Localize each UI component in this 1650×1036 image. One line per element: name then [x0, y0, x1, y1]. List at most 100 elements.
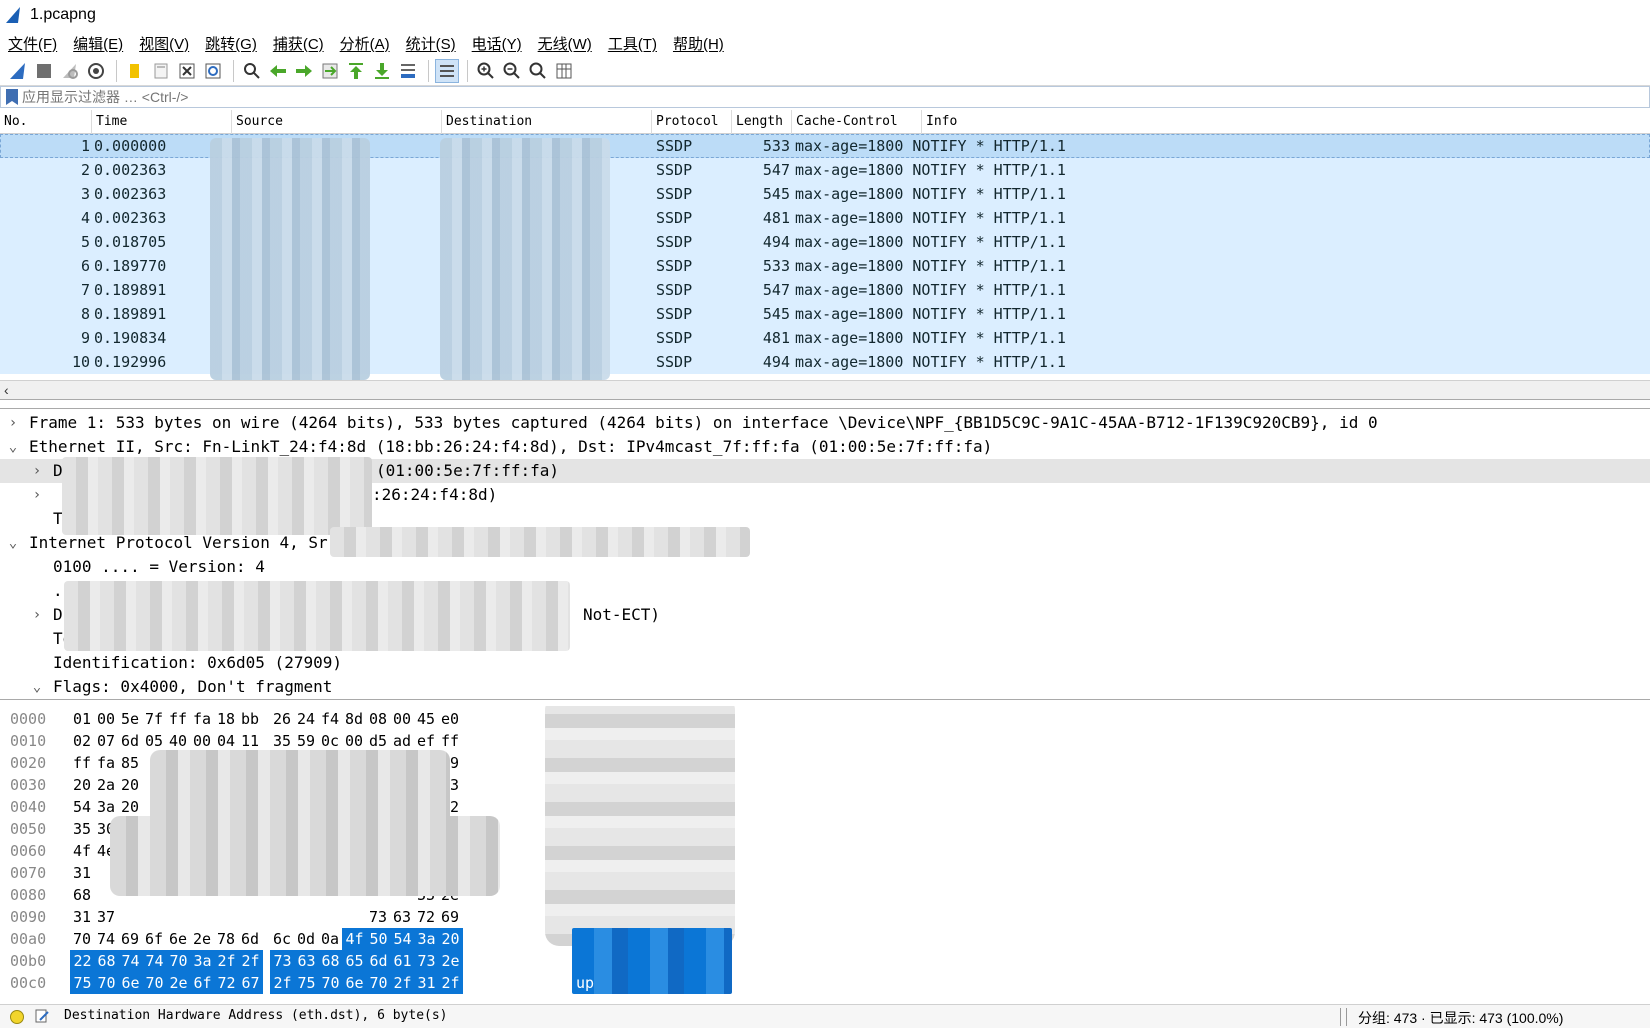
hex-byte[interactable]: 31 [70, 862, 94, 884]
menu-tools[interactable]: 工具(T) [608, 33, 657, 54]
resize-columns-icon[interactable] [552, 59, 576, 83]
hex-byte[interactable]: 70 [94, 972, 119, 994]
collapse-icon[interactable]: ⌄ [30, 675, 44, 699]
collapse-icon[interactable]: ⌄ [6, 531, 20, 555]
go-to-packet-icon[interactable] [318, 59, 342, 83]
column-header-info[interactable]: Info [922, 110, 1650, 134]
hex-byte[interactable]: 02 [70, 730, 94, 752]
menu-capture[interactable]: 捕获(C) [273, 33, 324, 54]
hex-byte[interactable]: ff [70, 752, 94, 774]
hex-byte[interactable]: 70 [70, 928, 94, 950]
menu-wireless[interactable]: 无线(W) [538, 33, 592, 54]
hex-byte[interactable]: 3a [94, 796, 118, 818]
hex-byte[interactable]: 78 [214, 928, 238, 950]
hex-byte[interactable]: 6e [166, 928, 190, 950]
hex-byte[interactable]: 2e [190, 928, 214, 950]
column-header-time[interactable]: Time [92, 110, 232, 134]
hex-byte[interactable]: 72 [414, 906, 438, 928]
hex-byte[interactable]: 70 [142, 972, 167, 994]
hex-byte[interactable]: 68 [70, 884, 94, 906]
hex-byte[interactable]: 54 [70, 796, 94, 818]
hex-byte[interactable]: 00 [390, 708, 414, 730]
hex-byte[interactable]: 37 [94, 906, 118, 928]
menu-file[interactable]: 文件(F) [8, 33, 57, 54]
hex-byte[interactable]: f4 [318, 708, 342, 730]
hex-byte[interactable]: 00 [94, 708, 118, 730]
hex-byte[interactable]: 68 [318, 950, 343, 972]
hex-byte[interactable]: 2f [438, 972, 463, 994]
normal-size-icon[interactable] [526, 59, 550, 83]
zoom-out-icon[interactable] [500, 59, 524, 83]
hex-byte[interactable]: 2f [238, 950, 263, 972]
expand-icon[interactable]: › [6, 411, 20, 435]
tree-row-ip-flags[interactable]: ⌄ Flags: 0x4000, Don't fragment [0, 675, 1650, 699]
save-file-icon[interactable] [149, 59, 173, 83]
hex-byte[interactable]: 72 [214, 972, 239, 994]
packet-list-horizontal-scrollbar[interactable]: ‹ [0, 380, 1650, 399]
hex-byte[interactable]: d5 [366, 730, 390, 752]
autoscroll-icon[interactable] [396, 59, 420, 83]
hex-byte[interactable]: e0 [438, 708, 462, 730]
hex-byte[interactable]: 6f [190, 972, 215, 994]
column-header-source[interactable]: Source [232, 110, 442, 134]
hex-byte[interactable]: 20 [70, 774, 94, 796]
hex-byte[interactable]: 8d [342, 708, 366, 730]
hex-byte[interactable]: 6d [238, 928, 262, 950]
hex-byte[interactable]: 73 [270, 950, 295, 972]
hex-byte[interactable]: ff [438, 730, 462, 752]
tree-row-ip-version[interactable]: 0100 .... = Version: 4 [0, 555, 1650, 579]
hex-byte[interactable]: 0a [318, 928, 342, 950]
hex-byte[interactable]: ad [390, 730, 414, 752]
hex-byte[interactable]: 73 [366, 906, 390, 928]
hex-byte[interactable]: 63 [294, 950, 319, 972]
hex-byte[interactable]: 05 [142, 730, 166, 752]
expand-icon[interactable]: › [30, 603, 44, 627]
go-back-icon[interactable] [266, 59, 290, 83]
zoom-in-icon[interactable] [474, 59, 498, 83]
hex-byte[interactable]: 2a [94, 774, 118, 796]
hex-byte[interactable]: 2e [438, 950, 463, 972]
display-filter-input[interactable] [22, 89, 1649, 105]
menu-telephony[interactable]: 电话(Y) [472, 33, 522, 54]
hex-byte[interactable]: 75 [294, 972, 319, 994]
hex-byte[interactable]: 2f [214, 950, 239, 972]
hex-byte[interactable]: 01 [70, 708, 94, 730]
hex-byte[interactable]: 5e [118, 708, 142, 730]
hex-byte[interactable]: fa [190, 708, 214, 730]
stop-capture-icon[interactable] [32, 59, 56, 83]
hex-byte[interactable]: fa [94, 752, 118, 774]
hex-byte[interactable]: 4f [70, 840, 94, 862]
hex-byte[interactable]: 73 [414, 950, 439, 972]
hex-byte[interactable]: 59 [294, 730, 318, 752]
close-file-icon[interactable] [175, 59, 199, 83]
hex-byte[interactable]: 70 [166, 950, 191, 972]
restart-capture-icon[interactable] [58, 59, 82, 83]
hex-byte[interactable]: 3a [414, 928, 439, 950]
filter-bookmark-icon[interactable] [6, 89, 18, 105]
column-header-cache-control[interactable]: Cache-Control [792, 110, 922, 134]
hex-byte[interactable]: 6f [142, 928, 166, 950]
hex-byte[interactable]: 85 [118, 752, 142, 774]
tree-row-ip-identification[interactable]: Identification: 0x6d05 (27909) [0, 651, 1650, 675]
hex-byte[interactable]: 54 [390, 928, 415, 950]
hex-byte[interactable]: 7f [142, 708, 166, 730]
hex-byte[interactable]: 50 [366, 928, 391, 950]
last-packet-icon[interactable] [370, 59, 394, 83]
hex-byte[interactable]: 45 [414, 708, 438, 730]
column-header-destination[interactable]: Destination [442, 110, 652, 134]
capture-options-icon[interactable] [84, 59, 108, 83]
hex-byte[interactable]: 2e [166, 972, 191, 994]
hex-byte[interactable]: 6d [366, 950, 391, 972]
hex-byte[interactable]: 6d [118, 730, 142, 752]
menu-view[interactable]: 视图(V) [139, 33, 189, 54]
menu-analyze[interactable]: 分析(A) [340, 33, 390, 54]
hex-byte[interactable]: 3a [190, 950, 215, 972]
hex-byte[interactable]: 08 [366, 708, 390, 730]
hex-byte[interactable]: 24 [294, 708, 318, 730]
first-packet-icon[interactable] [344, 59, 368, 83]
hex-byte[interactable]: 6c [270, 928, 294, 950]
hex-byte[interactable]: 31 [414, 972, 439, 994]
hex-byte[interactable]: 18 [214, 708, 238, 730]
menu-go[interactable]: 跳转(G) [205, 33, 257, 54]
hex-byte[interactable]: 0d [294, 928, 318, 950]
